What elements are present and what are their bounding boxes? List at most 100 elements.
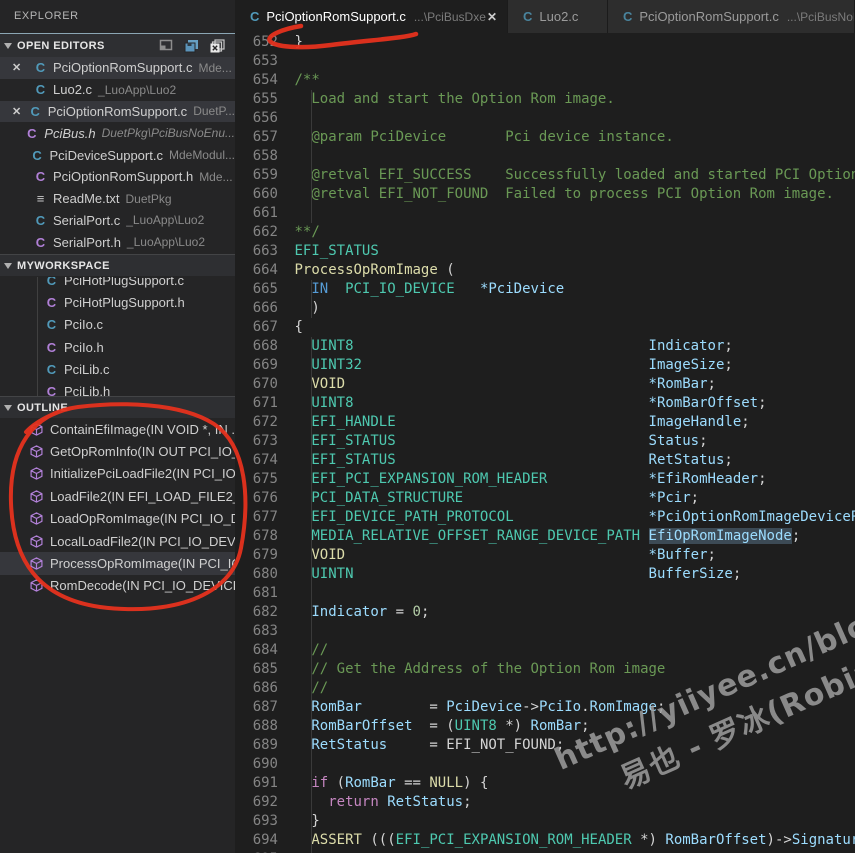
open-editor-item[interactable]: ✕ C PciOptionRomSupport.c Mde... (0, 57, 235, 79)
code-line[interactable]: 654 /** (235, 71, 855, 90)
code-line[interactable]: 688 RomBarOffset = (UINT8 *) RomBar; (235, 717, 855, 736)
code-text: if (RomBar == NULL) { (311, 775, 489, 791)
code-line[interactable]: 692 return RetStatus; (235, 793, 855, 812)
outline-section-header[interactable]: OUTLINE (0, 396, 235, 418)
outline-symbol-item[interactable]: LoadOpRomImage(IN PCI_IO_D... (0, 508, 235, 530)
workspace-file-item[interactable]: C PciLib.c (0, 358, 235, 380)
code-line[interactable]: 680 UINTN BufferSize; (235, 565, 855, 584)
code-line[interactable]: 689 RetStatus = EFI_NOT_FOUND; (235, 736, 855, 755)
line-number: 657 (252, 129, 278, 145)
code-line[interactable]: 668 UINT8 Indicator; (235, 337, 855, 356)
code-line[interactable]: 673 EFI_STATUS Status; (235, 432, 855, 451)
line-number: 669 (252, 357, 278, 373)
code-text: ASSERT (((EFI_PCI_EXPANSION_ROM_HEADER *… (311, 832, 855, 848)
workspace-file-item[interactable]: C PciHotPlugSupport.h (0, 291, 235, 313)
outline-symbol-item[interactable]: InitializePciLoadFile2(IN PCI_IO_... (0, 463, 235, 485)
code-line[interactable]: 675 EFI_PCI_EXPANSION_ROM_HEADER *EfiRom… (235, 470, 855, 489)
code-line[interactable]: 674 EFI_STATUS RetStatus; (235, 451, 855, 470)
code-line[interactable]: 664 ProcessOpRomImage ( (235, 261, 855, 280)
code-line[interactable]: 690 (235, 755, 855, 774)
file-name: ReadMe.txt (53, 191, 120, 207)
open-editor-item[interactable]: C PciDeviceSupport.c MdeModul... (0, 144, 235, 166)
workspace-label: MYWORKSPACE (17, 259, 110, 272)
symbol-method-icon (30, 467, 43, 481)
code-line[interactable]: 685 // Get the Address of the Option Rom… (235, 660, 855, 679)
line-number: 659 (252, 167, 278, 183)
code-line[interactable]: 662 **/ (235, 223, 855, 242)
code-editor[interactable]: 652} 653 654/** 655 Load and start the Opti… (235, 33, 855, 853)
outline-symbol-item[interactable]: ContainEfiImage(IN VOID *, IN ... (0, 418, 235, 440)
open-editor-item[interactable]: C Luo2.c _LuoApp\Luo2 (0, 79, 235, 101)
tab-Luo2.c[interactable]: C Luo2.c (508, 0, 608, 33)
outline-symbol-item[interactable]: RomDecode(IN PCI_IO_DEVICE ... (0, 575, 235, 597)
code-line[interactable]: 663 EFI_STATUS (235, 242, 855, 261)
open-editor-item[interactable]: C PciOptionRomSupport.h Mde... (0, 166, 235, 188)
code-text: ProcessOpRomImage ( (294, 262, 455, 278)
code-line[interactable]: 691 if (RomBar == NULL) { (235, 774, 855, 793)
close-tab-icon[interactable]: ✕ (487, 10, 497, 24)
code-text: RomBar = PciDevice->PciIo.RomImage; (311, 699, 666, 715)
code-line[interactable]: 659 @retval EFI_SUCCESS Successfully loa… (235, 166, 855, 185)
open-editor-item[interactable]: ✕ C PciOptionRomSupport.c DuetP... (0, 100, 235, 123)
code-text: Indicator = 0; (311, 604, 430, 620)
code-line[interactable]: 658 (235, 147, 855, 166)
code-line[interactable]: 669 UINT32 ImageSize; (235, 356, 855, 375)
code-line[interactable]: 666 ) (235, 299, 855, 318)
code-line[interactable]: 677 EFI_DEVICE_PATH_PROTOCOL *PciOptionR… (235, 508, 855, 527)
code-line[interactable]: 687 RomBar = PciDevice->PciIo.RomImage; (235, 698, 855, 717)
workspace-section-header[interactable]: MYWORKSPACE (0, 254, 235, 276)
code-line[interactable]: 653 (235, 52, 855, 71)
code-text: return RetStatus; (328, 794, 472, 810)
code-line[interactable]: 672 EFI_HANDLE ImageHandle; (235, 413, 855, 432)
code-line[interactable]: 684 // (235, 641, 855, 660)
code-line[interactable]: 686 // (235, 679, 855, 698)
tab-PciOptionRomSupport.c[interactable]: C PciOptionRomSupport.c ...\PciBusNoE (608, 0, 855, 33)
close-dirty-icon[interactable]: ✕ (12, 61, 33, 74)
code-line[interactable]: 693 } (235, 812, 855, 831)
outline-symbol-item[interactable]: LoadFile2(IN EFI_LOAD_FILE2_PR... (0, 485, 235, 507)
open-editors-section-header[interactable]: OPEN EDITORS (0, 33, 235, 57)
code-text: UINT8 Indicator; (311, 338, 733, 354)
code-line[interactable]: 678 MEDIA_RELATIVE_OFFSET_RANGE_DEVICE_P… (235, 527, 855, 546)
code-line[interactable]: 671 UINT8 *RomBarOffset; (235, 394, 855, 413)
line-number: 689 (252, 737, 278, 753)
code-line[interactable]: 681 (235, 584, 855, 603)
code-line[interactable]: 655 Load and start the Option Rom image. (235, 90, 855, 109)
workspace-file-item[interactable]: C PciHotPlugSupport.c (0, 277, 235, 291)
workspace-file-item[interactable]: C PciIo.c (0, 314, 235, 336)
code-line[interactable]: 667 { (235, 318, 855, 337)
code-line[interactable]: 661 (235, 204, 855, 223)
outline-symbol-item[interactable]: GetOpRomInfo(IN OUT PCI_IO_... (0, 440, 235, 462)
code-line[interactable]: 670 VOID *RomBar; (235, 375, 855, 394)
symbol-method-icon (30, 512, 43, 525)
outline-symbol-item[interactable]: ProcessOpRomImage(IN PCI_IO... (0, 552, 235, 575)
file-name: PciBus.h (44, 125, 96, 141)
open-editor-item[interactable]: ≡ ReadMe.txt DuetPkg (0, 188, 235, 210)
code-line[interactable]: 660 @retval EFI_NOT_FOUND Failed to proc… (235, 185, 855, 204)
close-all-editors-icon[interactable] (210, 38, 225, 53)
code-line[interactable]: 694 ASSERT (((EFI_PCI_EXPANSION_ROM_HEAD… (235, 831, 855, 850)
open-editor-item[interactable]: C SerialPort.h _LuoApp\Luo2 (0, 231, 235, 253)
explorer-sidebar: EXPLORER OPEN EDITORS ✕ C PciOptionRomSupp… (0, 0, 235, 853)
close-dirty-icon[interactable]: ✕ (12, 105, 28, 118)
save-all-icon[interactable] (184, 39, 199, 53)
code-line[interactable]: 665 IN PCI_IO_DEVICE *PciDevice (235, 280, 855, 299)
open-editor-item[interactable]: C SerialPort.c _LuoApp\Luo2 (0, 210, 235, 232)
code-line[interactable]: 652} (235, 33, 855, 52)
workspace-file-item[interactable]: C PciIo.h (0, 336, 235, 358)
c-file-icon: C (32, 147, 42, 163)
line-number: 670 (252, 376, 278, 392)
new-file-icon[interactable] (159, 39, 173, 52)
code-line[interactable]: 676 PCI_DATA_STRUCTURE *Pcir; (235, 489, 855, 508)
code-line[interactable]: 682 Indicator = 0; (235, 603, 855, 622)
file-path: _LuoApp\Luo2 (126, 235, 205, 250)
tab-PciOptionRomSupport.c[interactable]: C PciOptionRomSupport.c ...\PciBusDxe ✕ (235, 0, 508, 33)
code-line[interactable]: 656 (235, 109, 855, 128)
code-line[interactable]: 657 @param PciDevice Pci device instance… (235, 128, 855, 147)
code-line[interactable]: 683 (235, 622, 855, 641)
c-file-icon: C (35, 212, 46, 228)
code-line[interactable]: 679 VOID *Buffer; (235, 546, 855, 565)
open-editor-item[interactable]: C PciBus.h DuetPkg\PciBusNoEnu... (0, 122, 235, 144)
outline-symbol-item[interactable]: LocalLoadFile2(IN PCI_IO_DEVIC... (0, 530, 235, 552)
code-text: // (294, 642, 329, 658)
